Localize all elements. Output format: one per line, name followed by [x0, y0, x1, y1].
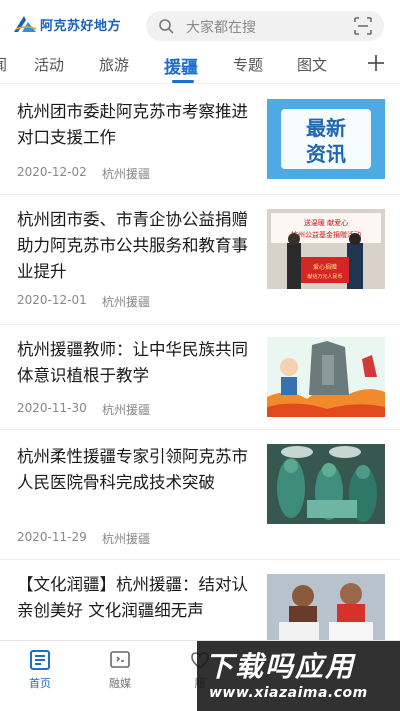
article-thumbnail: [267, 337, 385, 417]
nav-home[interactable]: 首页: [10, 649, 70, 691]
thumb-text-line2: 资讯: [306, 142, 346, 166]
media-icon: [110, 651, 130, 668]
category-tabs: 闻 活动 旅游 援疆 专题 图文: [0, 48, 400, 84]
article-date: 2020-12-01: [17, 293, 87, 307]
tab-aid-xinjiang[interactable]: 援疆: [164, 53, 198, 78]
app-header: 阿克苏好地方 大家都在搜: [0, 0, 400, 48]
article-thumbnail: 最新 资讯: [267, 99, 385, 179]
article-source: 杭州援疆: [102, 403, 151, 417]
article-thumbnail: 送温暖 献爱心 杭州公益基金捐赠活动 爱心捐赠 献给万元人民币: [267, 209, 385, 289]
logo-icon: [14, 16, 37, 32]
article-title: 【文化润疆】杭州援疆：结对认亲创美好 文化润疆细无声: [17, 575, 248, 620]
watermark: 下载吗应用 www.xiazaima.com: [197, 641, 400, 711]
tab-news-partial[interactable]: 闻: [0, 54, 7, 75]
article-item[interactable]: 杭州团市委、市青企协公益捐赠助力阿克苏市公共服务和教育事业提升 2020-12-…: [0, 195, 400, 325]
article-thumbnail: [267, 444, 385, 524]
tab-activity[interactable]: 活动: [34, 54, 64, 75]
article-source: 杭州援疆: [102, 167, 151, 181]
svg-text:送温暖 献爱心: 送温暖 献爱心: [304, 218, 348, 227]
family-photo: [267, 574, 385, 640]
search-icon: [159, 19, 174, 34]
article-title: 杭州柔性援疆专家引领阿克苏市人民医院骨科完成技术突破: [17, 447, 248, 492]
watermark-title: 下载吗应用: [205, 650, 356, 683]
active-tab-indicator: [172, 80, 194, 83]
latest-news-graphic: 最新 资讯: [267, 99, 385, 179]
scan-icon[interactable]: [354, 17, 372, 35]
app-logo[interactable]: 阿克苏好地方: [12, 14, 121, 34]
article-item[interactable]: 杭州援疆教师：让中华民族共同体意识植根于教学 2020-11-30 杭州援疆: [0, 325, 400, 430]
tab-travel[interactable]: 旅游: [99, 54, 129, 75]
surgery-photo: [267, 444, 385, 524]
home-news-icon: [30, 650, 50, 670]
article-source: 杭州援疆: [102, 295, 151, 309]
illustration-image: [267, 337, 385, 417]
nav-media[interactable]: 融媒: [90, 649, 150, 691]
nav-label-media: 融媒: [109, 677, 131, 690]
watermark-url: www.xiazaima.com: [209, 685, 368, 701]
donation-photo: 送温暖 献爱心 杭州公益基金捐赠活动 爱心捐赠 献给万元人民币: [267, 209, 385, 289]
svg-text:献给万元人民币: 献给万元人民币: [307, 273, 342, 280]
article-date: 2020-11-30: [17, 401, 87, 415]
article-source: 杭州援疆: [102, 532, 151, 546]
tab-photo-text[interactable]: 图文: [297, 54, 327, 75]
article-title: 杭州援疆教师：让中华民族共同体意识植根于教学: [17, 340, 248, 385]
article-item[interactable]: 杭州团市委赴阿克苏市考察推进对口支援工作 2020-12-02 杭州援疆 最新 …: [0, 85, 400, 195]
article-item[interactable]: 杭州柔性援疆专家引领阿克苏市人民医院骨科完成技术突破 2020-11-29 杭州…: [0, 430, 400, 560]
search-placeholder: 大家都在搜: [186, 20, 256, 36]
nav-label-home: 首页: [29, 677, 51, 690]
article-title: 杭州团市委、市青企协公益捐赠助力阿克苏市公共服务和教育事业提升: [17, 210, 248, 281]
svg-text:爱心捐赠: 爱心捐赠: [313, 263, 337, 271]
article-item[interactable]: 【文化润疆】杭州援疆：结对认亲创美好 文化润疆细无声: [0, 560, 400, 640]
search-bar[interactable]: 大家都在搜: [146, 11, 384, 41]
article-date: 2020-11-29: [17, 530, 87, 544]
article-date: 2020-12-02: [17, 165, 87, 179]
tab-topics[interactable]: 专题: [233, 54, 263, 75]
article-title: 杭州团市委赴阿克苏市考察推进对口支援工作: [17, 102, 248, 147]
article-thumbnail: [267, 574, 385, 640]
thumb-text-line1: 最新: [306, 116, 346, 140]
app-name: 阿克苏好地方: [40, 18, 122, 34]
add-channel-icon[interactable]: [366, 53, 386, 73]
